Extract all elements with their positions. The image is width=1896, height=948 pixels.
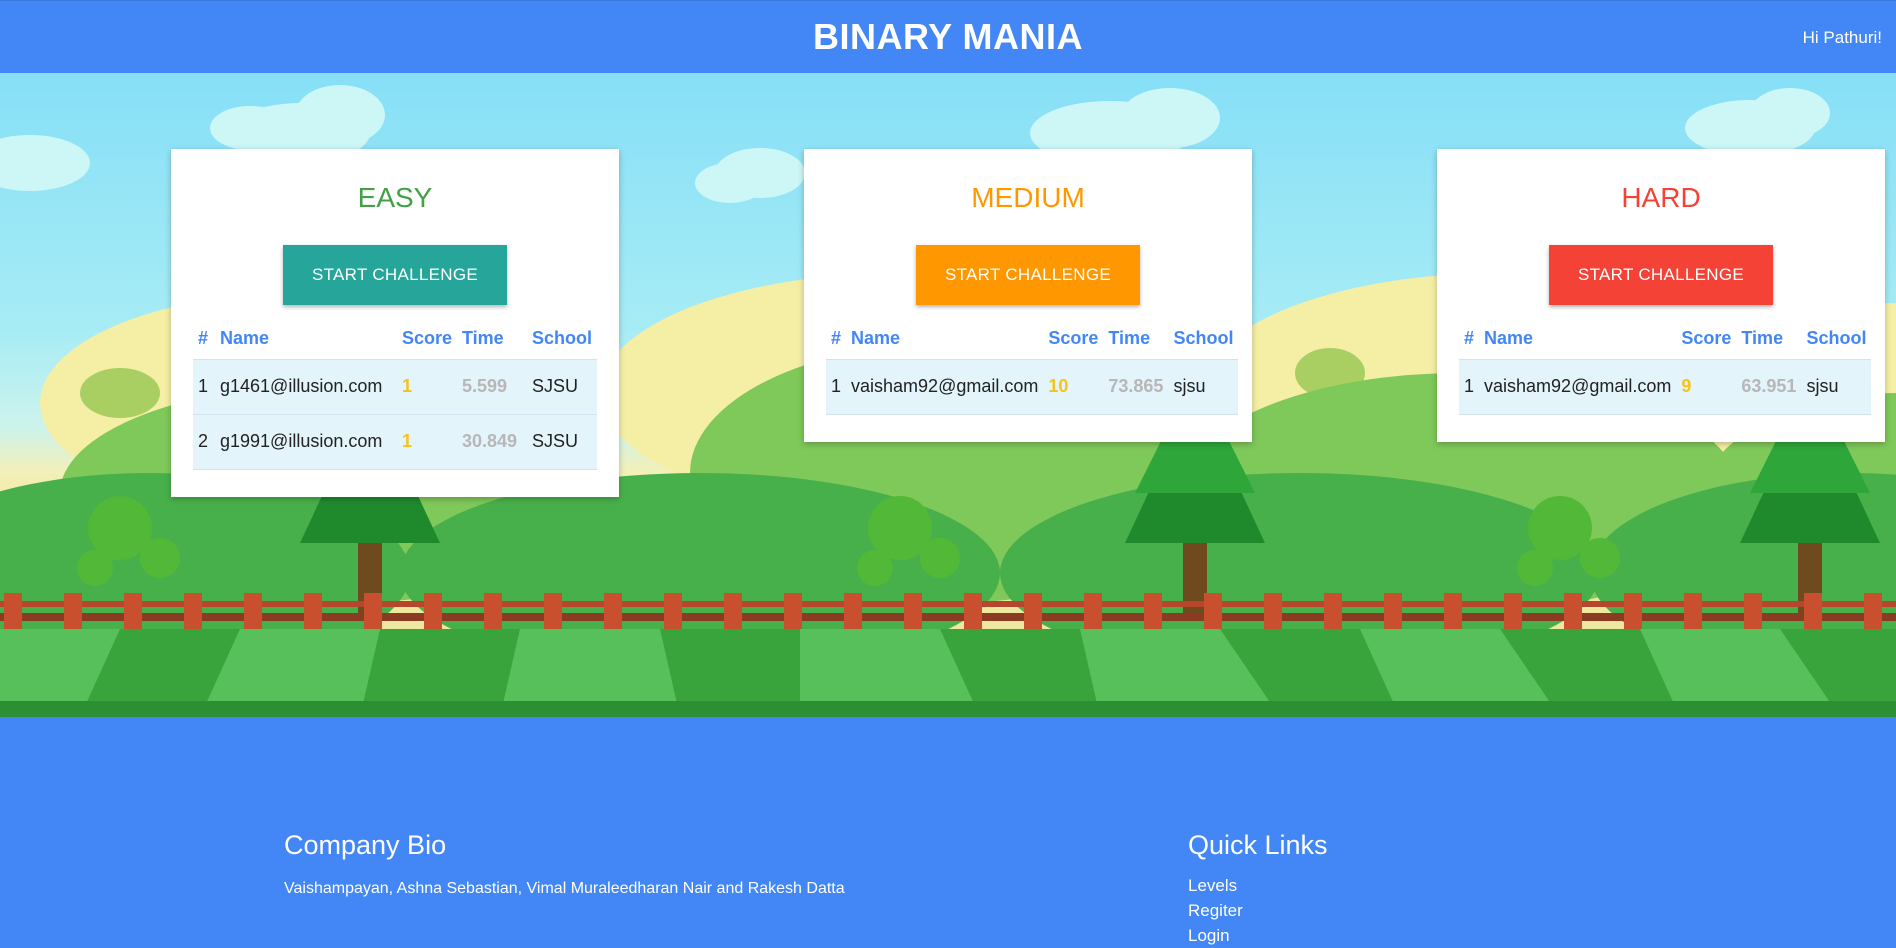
level-title-easy: EASY: [357, 182, 433, 213]
start-challenge-easy-button[interactable]: START CHALLENGE: [283, 245, 507, 305]
leaderboard-table-medium: # Name Score Time School 1 vaisham92@gma…: [826, 319, 1239, 415]
column-header-time: Time: [1108, 328, 1151, 349]
score-cell: 1: [396, 358, 457, 414]
column-header-school: School: [1173, 328, 1234, 349]
column-header-name: Name: [1484, 328, 1534, 349]
quick-links-heading: Quick Links: [1188, 830, 1328, 860]
time-cell: 5.599: [456, 358, 527, 414]
leaderboard-table-easy: # Name Score Time School 1 g1461@illusio…: [193, 319, 597, 470]
school-cell: SJSU: [526, 413, 597, 470]
name-cell: g1991@illusion.com: [215, 413, 397, 470]
rank-cell: 1: [1459, 358, 1480, 415]
school-cell: sjsu: [1168, 358, 1239, 415]
company-bio-text: Vaishampayan, Ashna Sebastian, Vimal Mur…: [284, 880, 845, 897]
column-header-rank: #: [198, 328, 209, 349]
start-challenge-hard-button[interactable]: START CHALLENGE: [1549, 245, 1773, 305]
column-header-school: School: [1806, 328, 1867, 349]
rank-cell: 1: [826, 358, 847, 415]
header-bar: BINARY MANIA Hi Pathuri!: [0, 0, 1896, 73]
level-card-hard: HARD START CHALLENGE # Name Score Time S…: [1437, 149, 1885, 442]
table-row: 1 g1461@illusion.com 1 5.599 SJSU: [193, 358, 597, 414]
leaderboard-table-hard: # Name Score Time School 1 vaisham92@gma…: [1459, 319, 1872, 415]
level-card-medium: MEDIUM START CHALLENGE # Name Score Time…: [804, 149, 1252, 442]
app-title: BINARY MANIA: [812, 16, 1083, 57]
level-title-hard: HARD: [1621, 182, 1701, 213]
column-header-time: Time: [1741, 328, 1784, 349]
column-header-score: Score: [1048, 328, 1099, 349]
column-header-rank: #: [831, 328, 842, 349]
quick-link-register[interactable]: Regiter: [1188, 898, 1243, 923]
level-title-medium: MEDIUM: [971, 182, 1085, 213]
column-header-rank: #: [1464, 328, 1475, 349]
column-header-score: Score: [401, 328, 452, 349]
time-cell: 73.865: [1103, 358, 1169, 415]
time-cell: 30.849: [456, 413, 527, 470]
quick-links-list: Levels Regiter Login: [1188, 873, 1243, 948]
school-cell: sjsu: [1801, 358, 1872, 415]
name-cell: g1461@illusion.com: [215, 358, 397, 414]
school-cell: SJSU: [526, 358, 597, 414]
start-challenge-medium-button[interactable]: START CHALLENGE: [916, 245, 1140, 305]
level-card-easy: EASY START CHALLENGE # Name Score Time S…: [171, 149, 619, 497]
rank-cell: 1: [193, 358, 215, 414]
column-header-name: Name: [851, 328, 901, 349]
rank-cell: 2: [193, 413, 215, 470]
name-cell: vaisham92@gmail.com: [846, 358, 1044, 415]
quick-link-login[interactable]: Login: [1188, 923, 1243, 948]
score-cell: 1: [396, 413, 457, 470]
table-row: 2 g1991@illusion.com 1 30.849 SJSU: [193, 413, 597, 470]
name-cell: vaisham92@gmail.com: [1479, 358, 1677, 415]
company-bio-heading: Company Bio: [284, 830, 447, 860]
score-cell: 10: [1043, 358, 1104, 415]
column-header-name: Name: [220, 328, 270, 349]
column-header-school: School: [531, 328, 592, 349]
column-header-score: Score: [1681, 328, 1732, 349]
quick-link-levels[interactable]: Levels: [1188, 873, 1243, 898]
table-row: 1 vaisham92@gmail.com 9 63.951 sjsu: [1459, 358, 1872, 415]
time-cell: 63.951: [1736, 358, 1802, 415]
column-header-time: Time: [461, 328, 504, 349]
table-row: 1 vaisham92@gmail.com 10 73.865 sjsu: [826, 358, 1239, 415]
user-greeting: Hi Pathuri!: [1802, 28, 1882, 47]
score-cell: 9: [1676, 358, 1737, 415]
